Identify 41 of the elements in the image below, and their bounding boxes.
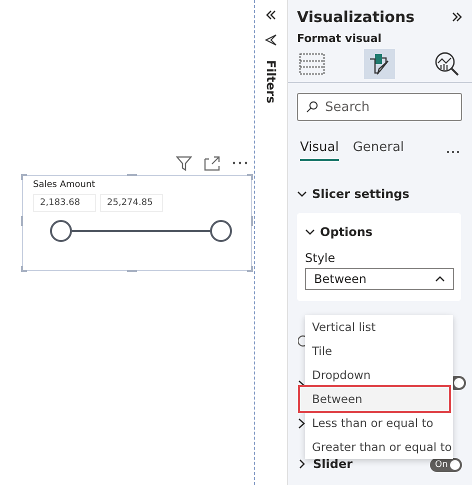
filters-pane-label[interactable]: Filters	[264, 60, 278, 104]
search-field[interactable]: Search	[297, 93, 462, 121]
build-visual-icon	[298, 53, 324, 75]
filter-icon[interactable]	[176, 156, 192, 170]
toggle-switch[interactable]: On	[430, 458, 462, 472]
chevron-icon[interactable]	[305, 227, 315, 237]
section-label: Format visual	[296, 31, 383, 45]
dropdown-option[interactable]: Between	[300, 387, 449, 411]
filter-icon	[265, 34, 277, 46]
focus-mode-icon[interactable]	[204, 156, 220, 170]
chevron-icon[interactable]	[298, 418, 306, 429]
dropdown-option[interactable]: Vertical list	[305, 315, 453, 339]
range-input[interactable]: 2,183.68	[33, 194, 96, 212]
view-button[interactable]	[364, 49, 394, 79]
search-icon	[306, 101, 318, 113]
card-title: Options	[320, 225, 373, 239]
section-title: Slider	[313, 457, 353, 471]
section-title: Slicer settings	[312, 187, 410, 201]
more-options-icon[interactable]	[446, 150, 460, 154]
chevron-icon[interactable]	[297, 459, 307, 469]
collapse-icon[interactable]	[266, 10, 276, 20]
format-visual-icon	[367, 52, 391, 76]
slicer-title: Sales Amount	[33, 180, 96, 190]
expand-icon[interactable]	[452, 12, 462, 22]
chevron-icon[interactable]	[297, 189, 307, 199]
analytics-icon	[434, 51, 460, 77]
range-slider[interactable]	[50, 220, 232, 242]
slider-thumb[interactable]	[50, 220, 72, 242]
dropdown-option[interactable]: Less than or equal to	[305, 411, 453, 435]
reset-icon[interactable]	[298, 335, 307, 347]
tab[interactable]: Visual	[300, 139, 339, 161]
style-dropdown[interactable]: Between	[305, 268, 454, 290]
tab[interactable]: General	[352, 139, 404, 161]
dropdown-option[interactable]: Dropdown	[305, 363, 453, 387]
dropdown-option[interactable]: Tile	[305, 339, 453, 363]
field-label: Style	[305, 251, 336, 265]
more-options-icon[interactable]	[232, 161, 248, 165]
slider-thumb[interactable]	[210, 220, 232, 242]
pane-title: Visualizations	[297, 8, 415, 26]
dropdown-option[interactable]: Greater than or equal to	[305, 435, 453, 459]
range-input[interactable]: 25,274.85	[100, 194, 163, 212]
